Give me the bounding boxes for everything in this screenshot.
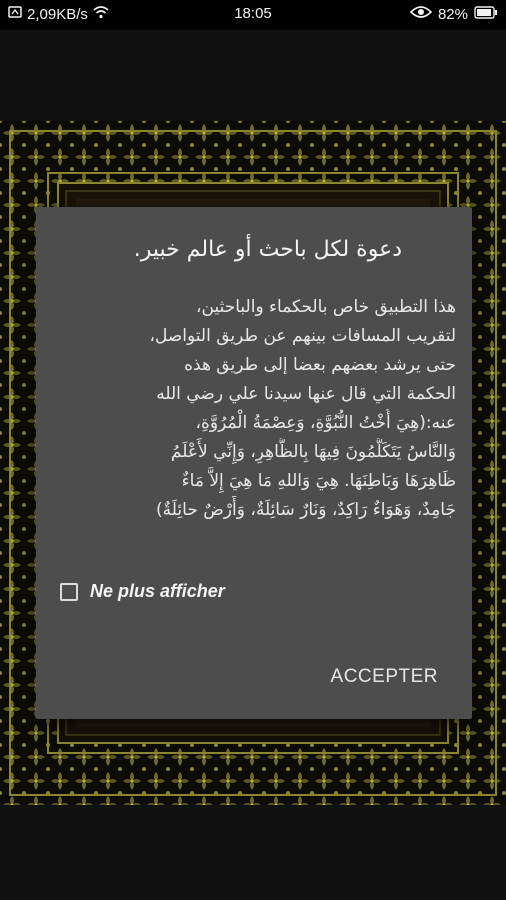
dont-show-again-checkbox[interactable]	[60, 582, 78, 601]
battery-percent: 82%	[437, 5, 468, 23]
dialog-message-line: الحكمة التي قال عنها سيدنا علي رضي الله	[156, 384, 456, 404]
accept-button[interactable]: ACCEPTER	[327, 662, 442, 692]
dialog-message-line: وَالنَّاسُ يَتَكَلَّمُونَ فِيهَا بِالظَّ…	[170, 442, 456, 462]
dialog-message-line: ظَاهِرَهَا وَبَاطِنَهَا. هِيَ وَاللهِ مَ…	[181, 471, 456, 491]
battery-icon	[474, 5, 498, 23]
eye-icon	[409, 5, 433, 23]
dialog-title: دعوة لكل باحث أو عالم خبير.	[133, 237, 402, 262]
dont-show-again-row[interactable]: Ne plus afficher	[60, 581, 225, 602]
dialog-message: هذا التطبيق خاص بالحكماء والباحثين، لتقر…	[58, 293, 457, 525]
dialog-message-line: جَامِدٌ، وَهَوَاءٌ رَاكِدٌ، وَنَارٌ سَائ…	[156, 500, 456, 520]
dialog-message-line: عنه:(هِيَ أُخْتُ النُّبُوَّةِ، وَعِصْمَة…	[195, 413, 456, 433]
clock: 18:05	[234, 5, 272, 22]
dialog-message-line: حتى يرشد بعضهم بعضا إلى طريق هذه	[184, 355, 456, 375]
invitation-dialog: دعوة لكل باحث أو عالم خبير. هذا التطبيق …	[36, 207, 472, 719]
dont-show-again-label[interactable]: Ne plus afficher	[90, 581, 225, 602]
status-bar: 2,09KB/s 18:05 82%	[0, 0, 506, 30]
dialog-message-line: هذا التطبيق خاص بالحكماء والباحثين،	[196, 297, 456, 317]
dialog-message-line: لتقريب المسافات بينهم عن طريق التواصل،	[149, 326, 457, 346]
